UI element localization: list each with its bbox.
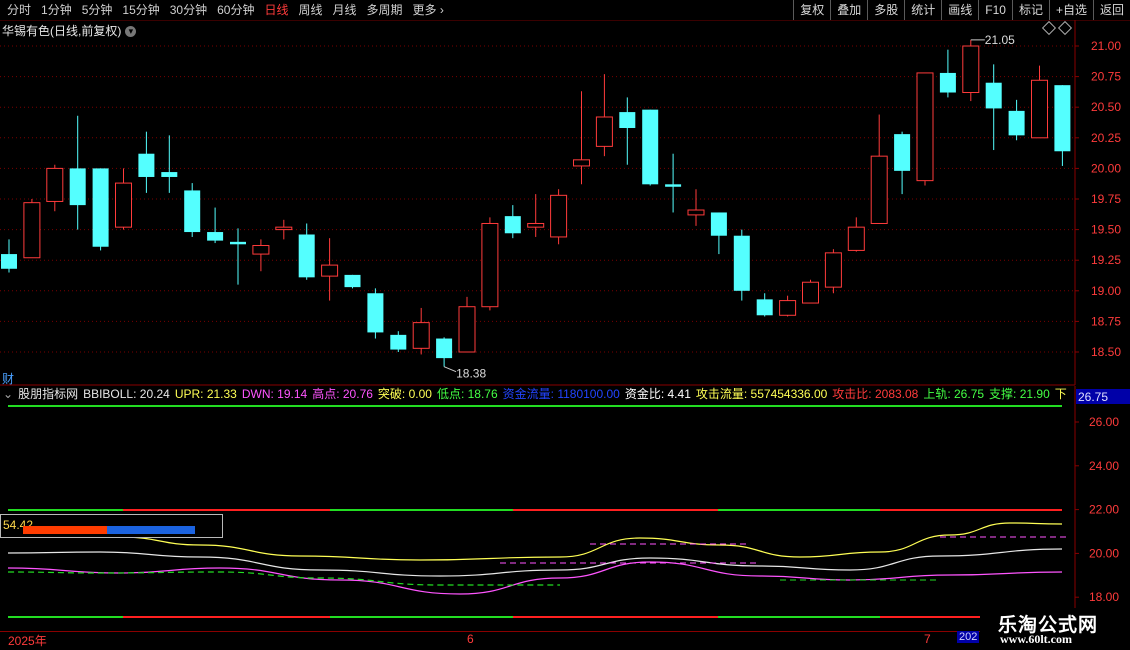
candle-down [894, 134, 911, 171]
candle-up [824, 252, 842, 288]
dwn-curve [7, 561, 1063, 595]
candle-up [412, 322, 430, 349]
price-axis-label-4: 20.00 [1091, 161, 1121, 175]
candle-up [458, 306, 476, 353]
candle-up [550, 194, 568, 238]
gauge-blue-bar [107, 526, 195, 534]
time-label-last: 202 [957, 631, 980, 643]
candle-down [733, 235, 750, 291]
finance-icon[interactable]: 财 [2, 370, 14, 387]
candle-down [92, 168, 109, 247]
candle-down [230, 241, 246, 245]
indicator-badge-text: 26.75 [1078, 390, 1108, 404]
candle-down [367, 293, 384, 333]
indicator-field-8: 攻击流量: 557454336.00 [695, 387, 828, 401]
indicator-field-1: UPR: 21.33 [174, 387, 237, 401]
candle-up [321, 264, 339, 277]
time-label-year: 2025年 [8, 634, 47, 648]
candle-up [802, 281, 819, 304]
chart-canvas: 21.00 20.75 20.50 20.25 20.00 19.75 19.50 19.25… [0, 20, 1130, 631]
low-label: 18.38 [456, 367, 486, 381]
price-axis-label-3: 20.25 [1091, 131, 1121, 145]
price-axis-label-0: 21.00 [1091, 39, 1121, 53]
candle-up [252, 245, 270, 255]
candle-up [870, 155, 888, 224]
price-axis-label-8: 19.00 [1091, 284, 1121, 298]
indicator-axis-label-4: 18.00 [1089, 590, 1119, 604]
price-axis-label-1: 20.75 [1091, 70, 1121, 84]
price-axis-label-5: 19.75 [1091, 192, 1121, 206]
indicator-field-11: 支撑: 21.90 [989, 387, 1050, 401]
price-axis-label-6: 19.50 [1091, 223, 1121, 237]
indicator-field-6: 资金流量: 1180100.00 [502, 387, 620, 401]
candle-up [1031, 79, 1048, 139]
time-label-june: 6 [467, 632, 474, 646]
candle-up [687, 209, 705, 216]
candle-down [1054, 85, 1071, 152]
candle-up [595, 116, 613, 147]
low-marker [443, 366, 457, 373]
indicator-field-12: 下 [1054, 387, 1067, 401]
gauge-red-bar [23, 526, 107, 534]
watermark-url: www.60lt.com [1000, 632, 1072, 646]
candle-down [298, 234, 315, 278]
candle-down [69, 168, 86, 206]
price-axis-label-7: 19.25 [1091, 253, 1121, 267]
candle-down [1, 254, 17, 269]
candle-down [504, 216, 521, 234]
indicator-values-bar: ⌄ 股朋指标网 BBIBOLL: 20.24 UPR: 21.33 DWN: 19.14… [0, 386, 1075, 402]
candle-down [390, 334, 407, 350]
candle-up [46, 167, 64, 202]
chevron-down-icon[interactable]: ⌄ [3, 387, 13, 401]
candle-down [665, 184, 682, 187]
indicator-field-5: 低点: 18.76 [436, 387, 498, 401]
candle-down [756, 299, 773, 316]
price-axis-label-2: 20.50 [1091, 100, 1121, 114]
candle-down [985, 82, 1002, 109]
indicator-axis-label-3: 20.00 [1089, 546, 1119, 560]
candle-up [847, 226, 865, 251]
candle-up [916, 72, 934, 182]
price-axis-label-9: 18.75 [1091, 314, 1121, 328]
indicator-axis-label-2: 22.00 [1089, 503, 1119, 517]
candle-down [642, 109, 659, 185]
indicator-field-4: 突破: 0.00 [377, 387, 432, 401]
indicator-axis-label-0: 26.00 [1089, 415, 1119, 429]
support-curve [7, 571, 560, 586]
candle-down [344, 274, 361, 288]
candle-down [161, 172, 178, 177]
indicator-field-0: BBIBOLL: 20.24 [83, 387, 170, 401]
candle-down [436, 338, 453, 359]
candle-down [619, 112, 636, 129]
candle-up [573, 159, 590, 167]
gauge-box: 54.42 [0, 514, 223, 538]
candle-down [939, 72, 956, 93]
price-axis-label-10: 18.50 [1091, 345, 1121, 359]
candle-up [527, 222, 545, 228]
time-axis [0, 631, 980, 646]
candle-up [481, 222, 499, 308]
indicator-field-3: 高点: 20.76 [312, 387, 373, 401]
candle-down [207, 232, 224, 241]
indicator-field-7: 资金比: 4.41 [624, 387, 691, 401]
candle-up [779, 300, 797, 316]
high-label: 21.05 [985, 33, 1015, 47]
candle-up [275, 226, 293, 231]
indicator-field-10: 上轨: 26.75 [923, 387, 985, 401]
candle-down [184, 190, 201, 233]
time-label-july: 7 [924, 632, 931, 646]
indicator-field-9: 攻击比: 2083.08 [832, 387, 919, 401]
indicator-axis-label-1: 24.00 [1089, 459, 1119, 473]
candle-down [710, 212, 727, 236]
candle-up [115, 182, 132, 228]
candle-down [1008, 110, 1025, 136]
indicator-field-2: DWN: 19.14 [241, 387, 308, 401]
indicator-name[interactable]: 股朋指标网 [18, 387, 78, 401]
candle-down [138, 153, 155, 177]
candle-up [23, 202, 41, 259]
candle-up [962, 45, 980, 94]
